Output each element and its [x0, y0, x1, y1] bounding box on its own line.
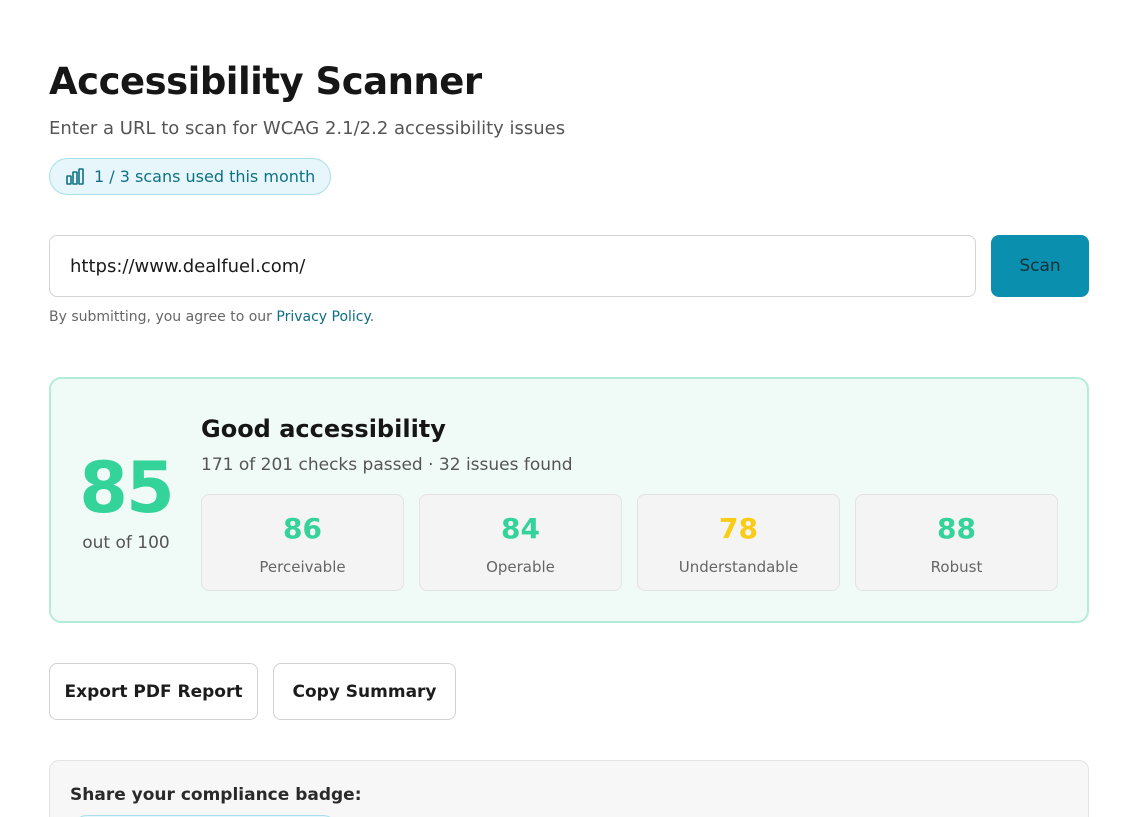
- result-card: 85 out of 100 Good accessibility 171 of …: [49, 377, 1089, 623]
- consent-text: By submitting, you agree to our Privacy …: [49, 309, 374, 325]
- metric-value: 84: [501, 512, 540, 545]
- metric-perceivable: 86 Perceivable: [201, 494, 404, 591]
- metric-operable: 84 Operable: [419, 494, 622, 591]
- metric-label: Understandable: [678, 558, 799, 576]
- overall-score-caption: out of 100: [82, 533, 170, 553]
- badge-section: Share your compliance badge:: [49, 760, 1089, 817]
- consent-prefix: By submitting, you agree to our: [49, 309, 277, 325]
- badge-section-label: Share your compliance badge:: [70, 785, 362, 805]
- overall-score: 85: [79, 447, 174, 529]
- metric-robust: 88 Robust: [855, 494, 1058, 591]
- rating-detail: 171 of 201 checks passed · 32 issues fou…: [201, 455, 573, 475]
- scan-usage-badge: 1 / 3 scans used this month: [49, 158, 332, 195]
- privacy-policy-link[interactable]: Privacy Policy: [276, 309, 369, 325]
- url-input[interactable]: [49, 235, 976, 297]
- page-title: Accessibility Scanner: [49, 60, 482, 103]
- scan-usage-text: 1 / 3 scans used this month: [94, 167, 316, 186]
- consent-suffix: .: [369, 309, 375, 325]
- export-pdf-button[interactable]: Export PDF Report: [49, 663, 258, 720]
- metric-value: 88: [937, 512, 976, 545]
- metric-value: 78: [719, 512, 758, 545]
- metric-label: Operable: [486, 558, 555, 576]
- bar-chart-icon: [66, 168, 84, 185]
- scan-button[interactable]: Scan: [991, 235, 1089, 297]
- metric-label: Perceivable: [259, 558, 346, 576]
- metric-understandable: 78 Understandable: [637, 494, 840, 591]
- rating-title: Good accessibility: [201, 415, 446, 443]
- scanner-page: Accessibility Scanner Enter a URL to sca…: [0, 0, 1147, 817]
- metric-label: Robust: [930, 558, 983, 576]
- metric-value: 86: [283, 512, 322, 545]
- copy-summary-button[interactable]: Copy Summary: [273, 663, 456, 720]
- page-subtitle: Enter a URL to scan for WCAG 2.1/2.2 acc…: [49, 118, 566, 139]
